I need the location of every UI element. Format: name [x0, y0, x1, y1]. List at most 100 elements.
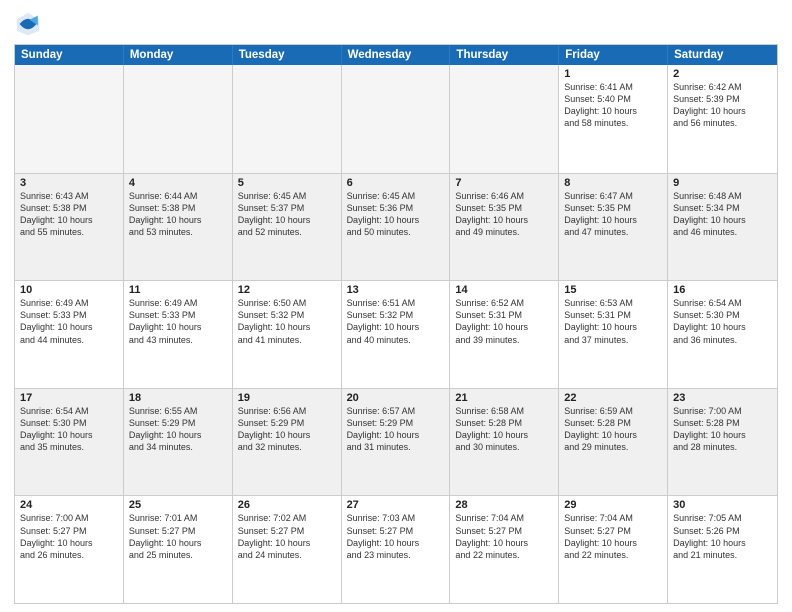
day-number: 5: [238, 177, 336, 189]
day-number: 4: [129, 177, 227, 189]
calendar-cell: 25Sunrise: 7:01 AM Sunset: 5:27 PM Dayli…: [124, 496, 233, 603]
calendar-cell: 1Sunrise: 6:41 AM Sunset: 5:40 PM Daylig…: [559, 65, 668, 173]
day-detail: Sunrise: 7:00 AM Sunset: 5:28 PM Dayligh…: [673, 405, 772, 454]
day-number: 11: [129, 284, 227, 296]
calendar-cell: 29Sunrise: 7:04 AM Sunset: 5:27 PM Dayli…: [559, 496, 668, 603]
day-number: 24: [20, 499, 118, 511]
logo: [14, 10, 46, 38]
day-detail: Sunrise: 6:50 AM Sunset: 5:32 PM Dayligh…: [238, 297, 336, 346]
day-number: 12: [238, 284, 336, 296]
header: [14, 10, 778, 38]
calendar-cell: 20Sunrise: 6:57 AM Sunset: 5:29 PM Dayli…: [342, 389, 451, 496]
day-detail: Sunrise: 6:55 AM Sunset: 5:29 PM Dayligh…: [129, 405, 227, 454]
day-detail: Sunrise: 7:04 AM Sunset: 5:27 PM Dayligh…: [564, 512, 662, 561]
day-number: 1: [564, 68, 662, 80]
day-detail: Sunrise: 6:54 AM Sunset: 5:30 PM Dayligh…: [20, 405, 118, 454]
day-number: 23: [673, 392, 772, 404]
day-detail: Sunrise: 7:01 AM Sunset: 5:27 PM Dayligh…: [129, 512, 227, 561]
day-detail: Sunrise: 6:53 AM Sunset: 5:31 PM Dayligh…: [564, 297, 662, 346]
weekday-header-friday: Friday: [559, 45, 668, 65]
calendar-cell: 8Sunrise: 6:47 AM Sunset: 5:35 PM Daylig…: [559, 174, 668, 281]
day-number: 29: [564, 499, 662, 511]
day-detail: Sunrise: 6:48 AM Sunset: 5:34 PM Dayligh…: [673, 190, 772, 239]
calendar: SundayMondayTuesdayWednesdayThursdayFrid…: [14, 44, 778, 604]
calendar-row-2: 10Sunrise: 6:49 AM Sunset: 5:33 PM Dayli…: [15, 280, 777, 388]
weekday-header-wednesday: Wednesday: [342, 45, 451, 65]
day-detail: Sunrise: 6:57 AM Sunset: 5:29 PM Dayligh…: [347, 405, 445, 454]
day-number: 19: [238, 392, 336, 404]
day-detail: Sunrise: 6:46 AM Sunset: 5:35 PM Dayligh…: [455, 190, 553, 239]
day-detail: Sunrise: 6:45 AM Sunset: 5:36 PM Dayligh…: [347, 190, 445, 239]
day-detail: Sunrise: 6:45 AM Sunset: 5:37 PM Dayligh…: [238, 190, 336, 239]
weekday-header-monday: Monday: [124, 45, 233, 65]
calendar-cell: [124, 65, 233, 173]
calendar-cell: 23Sunrise: 7:00 AM Sunset: 5:28 PM Dayli…: [668, 389, 777, 496]
calendar-cell: 27Sunrise: 7:03 AM Sunset: 5:27 PM Dayli…: [342, 496, 451, 603]
calendar-cell: 24Sunrise: 7:00 AM Sunset: 5:27 PM Dayli…: [15, 496, 124, 603]
day-number: 17: [20, 392, 118, 404]
calendar-cell: 3Sunrise: 6:43 AM Sunset: 5:38 PM Daylig…: [15, 174, 124, 281]
calendar-row-4: 24Sunrise: 7:00 AM Sunset: 5:27 PM Dayli…: [15, 495, 777, 603]
day-number: 14: [455, 284, 553, 296]
calendar-cell: 18Sunrise: 6:55 AM Sunset: 5:29 PM Dayli…: [124, 389, 233, 496]
calendar-row-3: 17Sunrise: 6:54 AM Sunset: 5:30 PM Dayli…: [15, 388, 777, 496]
calendar-cell: 5Sunrise: 6:45 AM Sunset: 5:37 PM Daylig…: [233, 174, 342, 281]
calendar-cell: 14Sunrise: 6:52 AM Sunset: 5:31 PM Dayli…: [450, 281, 559, 388]
day-number: 2: [673, 68, 772, 80]
day-detail: Sunrise: 7:03 AM Sunset: 5:27 PM Dayligh…: [347, 512, 445, 561]
day-detail: Sunrise: 7:05 AM Sunset: 5:26 PM Dayligh…: [673, 512, 772, 561]
weekday-header-tuesday: Tuesday: [233, 45, 342, 65]
day-number: 27: [347, 499, 445, 511]
day-number: 25: [129, 499, 227, 511]
calendar-cell: 2Sunrise: 6:42 AM Sunset: 5:39 PM Daylig…: [668, 65, 777, 173]
calendar-cell: 15Sunrise: 6:53 AM Sunset: 5:31 PM Dayli…: [559, 281, 668, 388]
day-number: 18: [129, 392, 227, 404]
calendar-cell: [233, 65, 342, 173]
generalblue-logo-icon: [14, 10, 42, 38]
calendar-cell: 12Sunrise: 6:50 AM Sunset: 5:32 PM Dayli…: [233, 281, 342, 388]
day-number: 8: [564, 177, 662, 189]
calendar-cell: 10Sunrise: 6:49 AM Sunset: 5:33 PM Dayli…: [15, 281, 124, 388]
day-detail: Sunrise: 6:43 AM Sunset: 5:38 PM Dayligh…: [20, 190, 118, 239]
day-number: 7: [455, 177, 553, 189]
day-detail: Sunrise: 6:44 AM Sunset: 5:38 PM Dayligh…: [129, 190, 227, 239]
day-detail: Sunrise: 6:42 AM Sunset: 5:39 PM Dayligh…: [673, 81, 772, 130]
day-detail: Sunrise: 6:59 AM Sunset: 5:28 PM Dayligh…: [564, 405, 662, 454]
calendar-cell: 19Sunrise: 6:56 AM Sunset: 5:29 PM Dayli…: [233, 389, 342, 496]
day-number: 15: [564, 284, 662, 296]
calendar-cell: 11Sunrise: 6:49 AM Sunset: 5:33 PM Dayli…: [124, 281, 233, 388]
day-detail: Sunrise: 6:56 AM Sunset: 5:29 PM Dayligh…: [238, 405, 336, 454]
calendar-cell: 9Sunrise: 6:48 AM Sunset: 5:34 PM Daylig…: [668, 174, 777, 281]
calendar-cell: [15, 65, 124, 173]
calendar-row-0: 1Sunrise: 6:41 AM Sunset: 5:40 PM Daylig…: [15, 65, 777, 173]
day-detail: Sunrise: 7:04 AM Sunset: 5:27 PM Dayligh…: [455, 512, 553, 561]
day-detail: Sunrise: 6:54 AM Sunset: 5:30 PM Dayligh…: [673, 297, 772, 346]
day-detail: Sunrise: 6:41 AM Sunset: 5:40 PM Dayligh…: [564, 81, 662, 130]
day-detail: Sunrise: 6:58 AM Sunset: 5:28 PM Dayligh…: [455, 405, 553, 454]
day-number: 16: [673, 284, 772, 296]
calendar-cell: 6Sunrise: 6:45 AM Sunset: 5:36 PM Daylig…: [342, 174, 451, 281]
day-detail: Sunrise: 6:49 AM Sunset: 5:33 PM Dayligh…: [20, 297, 118, 346]
day-number: 3: [20, 177, 118, 189]
day-number: 10: [20, 284, 118, 296]
calendar-cell: 13Sunrise: 6:51 AM Sunset: 5:32 PM Dayli…: [342, 281, 451, 388]
calendar-cell: [342, 65, 451, 173]
day-number: 26: [238, 499, 336, 511]
day-number: 6: [347, 177, 445, 189]
weekday-header-saturday: Saturday: [668, 45, 777, 65]
day-detail: Sunrise: 6:47 AM Sunset: 5:35 PM Dayligh…: [564, 190, 662, 239]
calendar-cell: 7Sunrise: 6:46 AM Sunset: 5:35 PM Daylig…: [450, 174, 559, 281]
day-number: 9: [673, 177, 772, 189]
calendar-cell: 28Sunrise: 7:04 AM Sunset: 5:27 PM Dayli…: [450, 496, 559, 603]
day-number: 30: [673, 499, 772, 511]
calendar-header: SundayMondayTuesdayWednesdayThursdayFrid…: [15, 45, 777, 65]
day-number: 22: [564, 392, 662, 404]
calendar-cell: 22Sunrise: 6:59 AM Sunset: 5:28 PM Dayli…: [559, 389, 668, 496]
weekday-header-thursday: Thursday: [450, 45, 559, 65]
calendar-body: 1Sunrise: 6:41 AM Sunset: 5:40 PM Daylig…: [15, 65, 777, 603]
day-detail: Sunrise: 6:51 AM Sunset: 5:32 PM Dayligh…: [347, 297, 445, 346]
day-detail: Sunrise: 6:52 AM Sunset: 5:31 PM Dayligh…: [455, 297, 553, 346]
day-detail: Sunrise: 7:00 AM Sunset: 5:27 PM Dayligh…: [20, 512, 118, 561]
page: SundayMondayTuesdayWednesdayThursdayFrid…: [0, 0, 792, 612]
day-number: 20: [347, 392, 445, 404]
